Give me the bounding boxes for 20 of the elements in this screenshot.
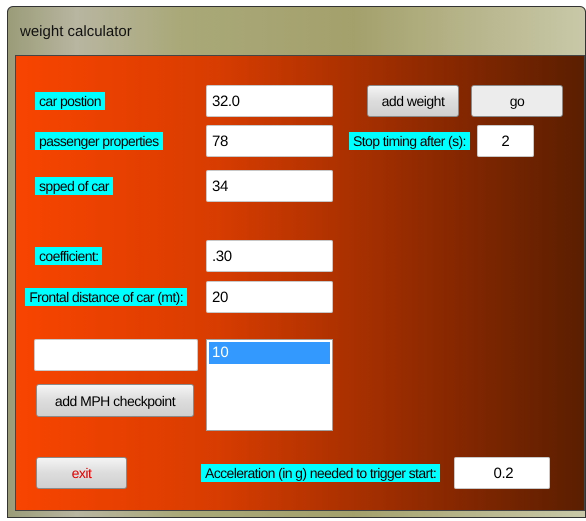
field-label: coefficient: [35, 247, 102, 265]
field-label: Stop timing after (s): [349, 132, 470, 150]
field-label: Frontal distance of car (mt): [25, 288, 187, 306]
input-field[interactable]: .30 [206, 240, 333, 272]
input-field[interactable]: 2 [476, 125, 534, 157]
input-field[interactable]: 20 [206, 281, 333, 313]
input-field[interactable]: 32.0 [206, 85, 333, 117]
input-field[interactable]: 34 [206, 170, 333, 202]
input-field[interactable]: 78 [206, 125, 333, 157]
go-button[interactable]: go [471, 85, 563, 117]
input-field[interactable]: 0.2 [454, 457, 550, 489]
add-checkpoint-button[interactable]: add MPH checkpoint [36, 384, 194, 417]
field-label: Acceleration (in g) needed to trigger start: [201, 464, 440, 482]
field-label: car postion [35, 92, 105, 110]
field-label: spped of car [35, 177, 113, 195]
window-title: weight calculator [20, 22, 132, 40]
exit-button[interactable]: exit [36, 457, 127, 489]
add-weight-button[interactable]: add weight [367, 85, 459, 117]
field-label: passenger properties [35, 132, 163, 150]
checkpoint-input[interactable] [34, 339, 198, 371]
